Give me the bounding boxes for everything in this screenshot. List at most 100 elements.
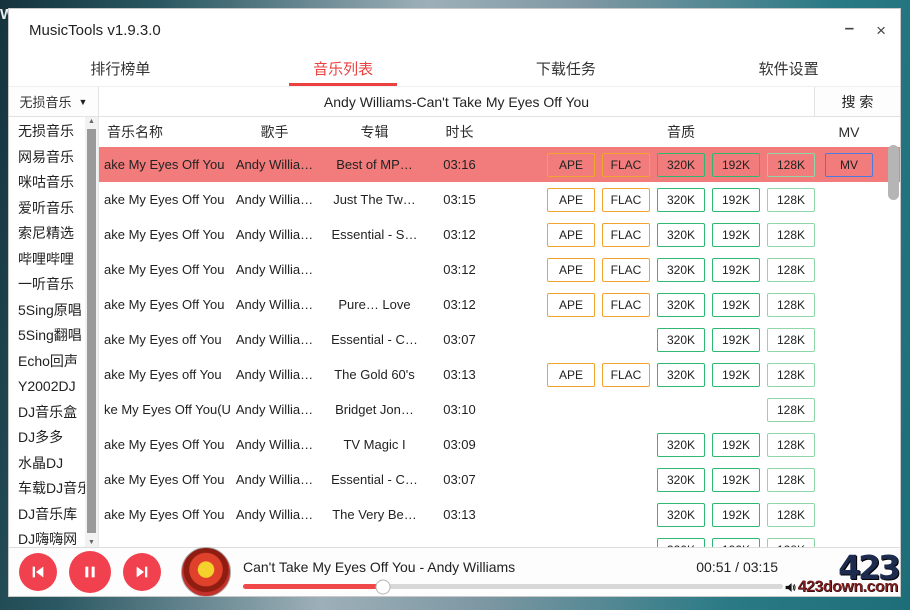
download-ape-button[interactable]: APE: [547, 153, 595, 177]
sidebar-item[interactable]: 5Sing翻唱: [9, 323, 85, 349]
download-320k-button[interactable]: 320K: [657, 433, 705, 457]
download-192k-button[interactable]: 192K: [712, 328, 760, 352]
download-ape-button[interactable]: APE: [547, 293, 595, 317]
song-row[interactable]: ake My Eyes Off YouAndy Willia…Essential…: [99, 217, 900, 252]
song-row[interactable]: ake My Eyes off YouAndy Willia…Essential…: [99, 322, 900, 357]
sidebar-item[interactable]: 5Sing原唱: [9, 298, 85, 324]
song-row[interactable]: ake My Eyes Off YouAndy Willia…Just The …: [99, 182, 900, 217]
pause-button[interactable]: [69, 551, 111, 593]
scroll-down-icon[interactable]: ▼: [85, 539, 98, 546]
mv-button[interactable]: MV: [825, 153, 873, 177]
song-row[interactable]: ke My Eyes Off You(U…Andy Willia…Bridget…: [99, 392, 900, 427]
download-ape-button[interactable]: APE: [547, 258, 595, 282]
download-128k-button[interactable]: 128K: [767, 223, 815, 247]
download-ape-button[interactable]: APE: [547, 188, 595, 212]
download-320k-button[interactable]: 320K: [657, 363, 705, 387]
download-flac-button[interactable]: FLAC: [602, 223, 650, 247]
download-192k-button[interactable]: 192K: [712, 258, 760, 282]
next-track-button[interactable]: [123, 553, 161, 591]
sidebar-item[interactable]: DJ音乐盒: [9, 400, 85, 426]
song-row[interactable]: ake My Eyes Off YouAndy Willia…Pure… Lov…: [99, 287, 900, 322]
sidebar-item[interactable]: DJ嗨嗨网: [9, 527, 85, 547]
progress-bar[interactable]: [243, 584, 783, 589]
download-192k-button[interactable]: 192K: [712, 433, 760, 457]
download-ape-button[interactable]: APE: [547, 363, 595, 387]
table-body: ake My Eyes Off YouAndy Willia…Best of M…: [99, 147, 900, 547]
download-flac-button[interactable]: FLAC: [602, 363, 650, 387]
minimize-button[interactable]: –: [845, 19, 854, 36]
song-name: ake My Eyes Off You: [99, 472, 232, 487]
progress-thumb[interactable]: [376, 579, 391, 594]
download-320k-button[interactable]: 320K: [657, 223, 705, 247]
download-128k-button[interactable]: 128K: [767, 433, 815, 457]
sidebar-item[interactable]: DJ音乐库: [9, 502, 85, 528]
previous-track-button[interactable]: [19, 553, 57, 591]
tab-settings[interactable]: 软件设置: [677, 51, 900, 86]
sidebar-item[interactable]: Echo回声: [9, 349, 85, 375]
download-320k-button[interactable]: 320K: [657, 503, 705, 527]
quality-slot: FLAC: [602, 293, 650, 317]
download-192k-button[interactable]: 192K: [712, 503, 760, 527]
tab-music-list[interactable]: 音乐列表: [232, 51, 455, 86]
sidebar-item[interactable]: 网易音乐: [9, 145, 85, 171]
download-320k-button[interactable]: 320K: [657, 468, 705, 492]
tab-download-tasks[interactable]: 下载任务: [455, 51, 678, 86]
sidebar-item[interactable]: 索尼精选: [9, 221, 85, 247]
download-192k-button[interactable]: 192K: [712, 293, 760, 317]
table-scrollbar-thumb[interactable]: [888, 145, 899, 200]
download-flac-button[interactable]: FLAC: [602, 293, 650, 317]
download-flac-button[interactable]: FLAC: [602, 258, 650, 282]
download-128k-button[interactable]: 128K: [767, 538, 815, 548]
tab-rank-list[interactable]: 排行榜单: [9, 51, 232, 86]
song-duration: 03:13: [432, 367, 487, 382]
search-input[interactable]: [99, 87, 814, 116]
sidebar-item[interactable]: 爱听音乐: [9, 196, 85, 222]
download-320k-button[interactable]: 320K: [657, 258, 705, 282]
sidebar-scrollbar-thumb[interactable]: [87, 129, 96, 533]
sidebar-item[interactable]: 哔哩哔哩: [9, 247, 85, 273]
close-button[interactable]: ×: [876, 22, 886, 39]
download-192k-button[interactable]: 192K: [712, 363, 760, 387]
download-128k-button[interactable]: 128K: [767, 398, 815, 422]
song-row[interactable]: ake My Eyes Off YouAndy Willia…Essential…: [99, 462, 900, 497]
song-row[interactable]: ake My Eyes off YouAndy Willia…The Gold …: [99, 357, 900, 392]
sidebar-item[interactable]: 无损音乐: [9, 119, 85, 145]
sidebar-item[interactable]: 咪咕音乐: [9, 170, 85, 196]
download-192k-button[interactable]: 192K: [712, 538, 760, 548]
sidebar-item[interactable]: DJ多多: [9, 425, 85, 451]
download-192k-button[interactable]: 192K: [712, 223, 760, 247]
song-row[interactable]: ake My Eyes Off YouAndy Willia…TV Magic …: [99, 427, 900, 462]
download-128k-button[interactable]: 128K: [767, 468, 815, 492]
download-128k-button[interactable]: 128K: [767, 258, 815, 282]
download-320k-button[interactable]: 320K: [657, 188, 705, 212]
sidebar-scrollbar[interactable]: ▲ ▼: [85, 117, 98, 547]
download-128k-button[interactable]: 128K: [767, 328, 815, 352]
search-button[interactable]: 搜 索: [814, 87, 900, 116]
download-192k-button[interactable]: 192K: [712, 188, 760, 212]
download-192k-button[interactable]: 192K: [712, 468, 760, 492]
download-128k-button[interactable]: 128K: [767, 153, 815, 177]
download-128k-button[interactable]: 128K: [767, 188, 815, 212]
download-flac-button[interactable]: FLAC: [602, 153, 650, 177]
scroll-up-icon[interactable]: ▲: [85, 118, 98, 125]
sidebar-item[interactable]: 车载DJ音乐: [9, 476, 85, 502]
song-row[interactable]: ake My Eyes Off YouAndy Willia…03:12APEF…: [99, 252, 900, 287]
song-row[interactable]: 320K 192K 128K: [99, 532, 900, 547]
download-192k-button[interactable]: 192K: [712, 153, 760, 177]
sidebar-item[interactable]: 一听音乐: [9, 272, 85, 298]
sidebar-item[interactable]: Y2002DJ: [9, 374, 85, 400]
song-duration: 03:12: [432, 262, 487, 277]
song-row[interactable]: ake My Eyes Off YouAndy Willia…Best of M…: [99, 147, 900, 182]
download-320k-button[interactable]: 320K: [657, 153, 705, 177]
download-320k-button[interactable]: 320K: [657, 328, 705, 352]
download-320k-button[interactable]: 320K: [657, 293, 705, 317]
download-128k-button[interactable]: 128K: [767, 293, 815, 317]
download-320k-button[interactable]: 320K: [657, 538, 705, 548]
song-row[interactable]: ake My Eyes Off YouAndy Willia…The Very …: [99, 497, 900, 532]
download-ape-button[interactable]: APE: [547, 223, 595, 247]
sidebar-item[interactable]: 水晶DJ: [9, 451, 85, 477]
source-dropdown[interactable]: 无损音乐 ▼: [9, 87, 99, 116]
download-128k-button[interactable]: 128K: [767, 363, 815, 387]
download-flac-button[interactable]: FLAC: [602, 188, 650, 212]
download-128k-button[interactable]: 128K: [767, 503, 815, 527]
